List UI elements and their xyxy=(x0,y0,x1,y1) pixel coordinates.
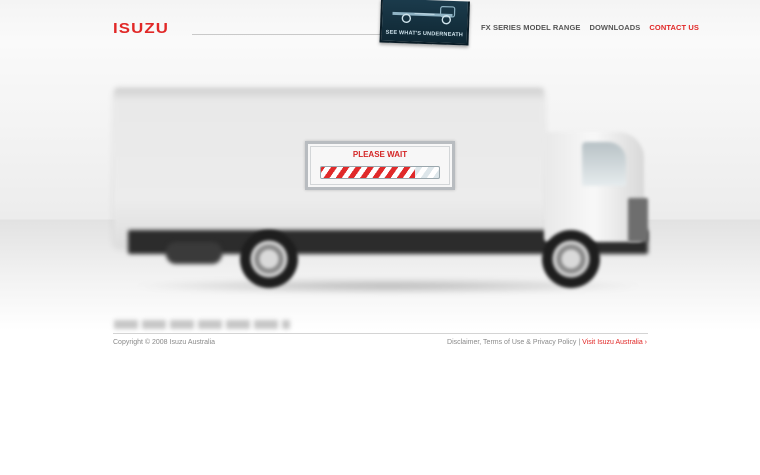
loading-dialog: PLEASE WAIT xyxy=(305,141,455,190)
truck-grille xyxy=(628,198,648,242)
nav-fx-series-model-range[interactable]: FX SERIES MODEL RANGE xyxy=(481,23,580,32)
footer-divider xyxy=(113,333,648,334)
footer-separator: | xyxy=(578,339,581,346)
footer-links: Disclaimer, Terms of Use & Privacy Polic… xyxy=(447,339,647,346)
loading-progress-bar xyxy=(320,166,440,179)
copyright-text: Copyright © 2008 Isuzu Australia xyxy=(113,339,216,346)
truck-front-wheel xyxy=(542,230,600,288)
legal-links[interactable]: Disclaimer, Terms of Use & Privacy Polic… xyxy=(447,339,576,346)
blurred-footer-text xyxy=(114,320,290,329)
promo-label: SEE WHAT'S UNDERNEATH xyxy=(385,29,464,39)
isuzu-logo[interactable]: ISUZU xyxy=(113,21,169,36)
header-divider xyxy=(192,34,382,35)
main-nav: FX SERIES MODEL RANGE DOWNLOADS CONTACT … xyxy=(481,23,699,32)
truck-rear-wheel xyxy=(240,230,298,288)
visit-isuzu-australia-link[interactable]: Visit Isuzu Australia › xyxy=(582,339,647,346)
loading-progress-fill xyxy=(321,167,416,178)
nav-contact-us[interactable]: CONTACT US xyxy=(649,23,699,32)
see-whats-underneath-promo[interactable]: SEE WHAT'S UNDERNEATH xyxy=(379,0,470,46)
nav-downloads[interactable]: DOWNLOADS xyxy=(589,23,640,32)
truck-window xyxy=(582,142,626,186)
loading-title: PLEASE WAIT xyxy=(352,150,408,159)
truck-chassis-icon xyxy=(392,6,456,25)
truck-fuel-tank xyxy=(166,242,222,264)
